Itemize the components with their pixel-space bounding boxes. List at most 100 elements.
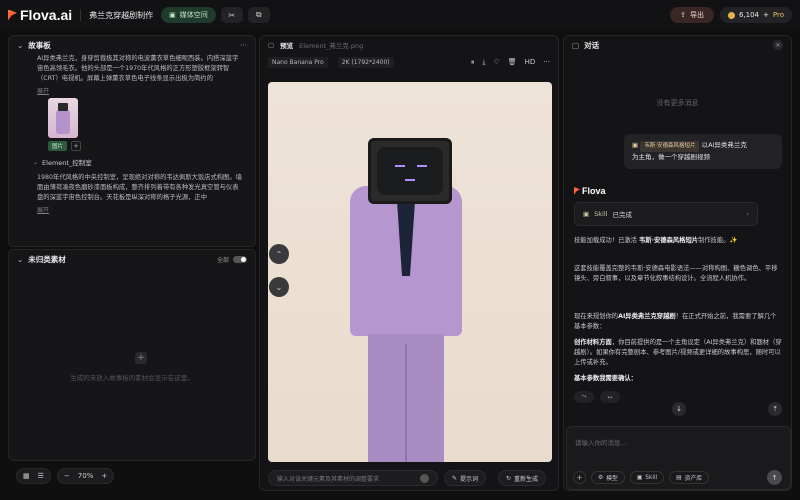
assets-label: 资产库 <box>684 476 703 482</box>
zoom-out-button[interactable]: − <box>64 472 70 480</box>
next-image-button[interactable]: ⌄ <box>269 277 289 297</box>
cut-button[interactable]: ✂ <box>220 7 243 23</box>
p5: 基本参数我需要确认： <box>574 375 637 382</box>
trash-icon[interactable]: 🗑 <box>508 58 517 67</box>
regenerate-label: 重新生成 <box>514 475 539 483</box>
coin-icon <box>727 11 735 19</box>
chevron-down-icon: ⌄ <box>33 158 39 166</box>
model-icon: ⚙ <box>598 474 604 481</box>
expand-link-2[interactable]: 展开 <box>9 205 255 214</box>
preview-panel: ▢ 预览 Element_弗兰克.png Nano Banana Pro 2K … <box>259 35 559 491</box>
copy-icon: ⧉ <box>255 10 262 19</box>
export-button[interactable]: ⇪ 导出 <box>670 7 714 23</box>
share-icon[interactable]: ⤳ <box>574 391 594 403</box>
chevron-down-icon[interactable]: ⌄ <box>17 41 23 50</box>
media-space-button[interactable]: ▣ 媒体空间 <box>161 7 216 23</box>
bot-paragraph-5: 基本参数我需要确认： <box>574 374 782 384</box>
prev-image-button[interactable]: ⌃ <box>269 244 289 264</box>
pants <box>368 334 444 462</box>
bot-name: Flova <box>582 186 606 196</box>
send-button[interactable]: ↑ <box>767 470 782 485</box>
storyboard-title: 故事板 <box>28 40 51 50</box>
chevron-right-icon: › <box>746 210 749 218</box>
download-icon[interactable]: ⤓ <box>482 58 485 67</box>
preview-filename: Element_弗兰克.png <box>299 42 364 50</box>
character-thumbnail[interactable] <box>48 98 78 138</box>
chevron-down-icon: ⌄ <box>275 282 283 292</box>
app-window: Flova.ai 弗兰克穿越剧制作 ▣ 媒体空间 ✂ ⧉ ⇪ 导出 6,104 … <box>0 0 800 500</box>
scroll-top-button[interactable]: ⤒ <box>768 402 782 416</box>
export-label: 导出 <box>689 11 704 19</box>
chevron-down-icon[interactable]: ⌄ <box>17 255 23 264</box>
collapse-icon[interactable]: ▢ <box>268 41 274 49</box>
image-tag[interactable]: 图片 <box>48 141 68 151</box>
thumb-tv <box>58 103 68 111</box>
prompt-input[interactable]: 输入对该关键元素及其素材的调整要求 <box>268 470 438 486</box>
heart-icon[interactable]: ♡ <box>493 58 499 67</box>
skill-status-card[interactable]: ▣ Skill 已完成 › <box>574 202 758 226</box>
tv-screen <box>377 147 443 195</box>
pause-icon[interactable]: ⏸ <box>471 58 475 67</box>
expand-link-1[interactable]: 展开 <box>9 86 255 95</box>
more-options-icon[interactable]: ··· <box>240 41 247 50</box>
bot-paragraph-2: 这套技能覆盖完整的韦斯·安德森电影语法——对称构图、糖色调色、平移镜头、旁白叙事… <box>574 265 778 282</box>
credits-value: 6,104 <box>738 11 760 19</box>
scroll-down-button[interactable]: ↓ <box>672 402 686 416</box>
attach-button[interactable]: + <box>573 471 586 484</box>
user-skill-chip[interactable]: 韦斯·安德森风格短片 <box>640 141 700 152</box>
model-button[interactable]: ⚙ 模型 <box>591 471 625 484</box>
resolution-tag: 2K (1792*2400) <box>337 56 394 68</box>
show-all-toggle-wrap: 全部 <box>217 255 247 264</box>
model-tag: Nano Banana Pro <box>268 56 328 68</box>
media-space-label: 媒体空间 <box>179 11 208 19</box>
project-title[interactable]: 弗兰克穿越剧制作 <box>89 10 153 21</box>
p3-b: AI异类弗兰克穿越剧 <box>618 313 676 320</box>
grid-view-icon[interactable]: ▦ <box>23 472 30 480</box>
tv-mouth <box>405 179 415 181</box>
p3-a: 现在来规划你的 <box>574 313 619 320</box>
hd-button[interactable]: HD <box>525 58 536 67</box>
preview-header: ▢ 预览 Element_弗兰克.png <box>260 36 558 54</box>
zoom-in-button[interactable]: + <box>101 472 107 480</box>
add-image-button[interactable]: + <box>71 141 82 151</box>
bot-paragraph-1: 技能加载成功！已激活 韦斯·安德森风格短片制作技能。✨ <box>574 236 782 246</box>
p4-a: 创作材料方面 <box>574 339 612 346</box>
zoom-group: − 70% + <box>56 468 115 484</box>
close-icon[interactable]: ✕ <box>773 40 783 50</box>
flova-logo-icon <box>8 9 17 21</box>
preview-label: 预览 <box>280 42 294 50</box>
chat-input-placeholder: 请输入你的消息... <box>575 439 627 447</box>
regenerate-button[interactable]: ↻ 重新生成 <box>498 470 547 486</box>
bot-paragraph-3: 现在来规划你的AI异类弗兰克穿越剧！在正式开始之前，我需要了解几个基本参数： <box>574 312 782 332</box>
reply-icon[interactable]: ↤ <box>600 391 620 403</box>
element-title: Element_控制室 <box>42 159 92 167</box>
scissors-icon: ✂ <box>228 10 236 20</box>
preview-image[interactable] <box>268 82 552 462</box>
copy-button[interactable]: ⧉ <box>247 7 270 23</box>
show-all-toggle[interactable] <box>233 255 247 263</box>
upload-icon: ⇪ <box>680 11 686 19</box>
uncategorized-title: 未归类素材 <box>28 254 66 264</box>
prompt-hint-button[interactable]: ✎ 提示词 <box>444 470 487 486</box>
uncategorized-panel: ⌄ 未归类素材 全部 + 生成的未放入故事板的素材会显示在这里。 <box>8 249 256 461</box>
chat-input[interactable]: 请输入你的消息... + ⚙ 模型 ▣ Skill ▤ 资产库 ↑ <box>566 426 791 490</box>
preview-tools: ⏸ ⤓ ♡ 🗑 HD ··· <box>471 58 550 67</box>
chevron-up-icon: ⌃ <box>275 249 283 259</box>
send-icon[interactable] <box>420 473 429 483</box>
view-toggle-group: ▦ ☰ <box>16 468 51 484</box>
credits-pill[interactable]: 6,104 + Pro <box>719 7 792 23</box>
add-asset-icon[interactable]: + <box>135 352 147 364</box>
collapse-icon[interactable]: ▢ <box>572 41 579 50</box>
prompt-hint-label: 提示词 <box>460 475 479 483</box>
list-view-icon[interactable]: ☰ <box>38 472 44 480</box>
tv-right-eye <box>417 165 427 167</box>
logo-text: Flova.ai <box>20 7 73 23</box>
element-row[interactable]: ⌄ Element_控制室 <box>33 157 255 168</box>
thumbnail-tools: 图片 + <box>48 141 255 151</box>
logo[interactable]: Flova.ai <box>8 7 72 23</box>
uncategorized-header: ⌄ 未归类素材 全部 <box>9 250 255 268</box>
more-icon[interactable]: ··· <box>543 58 550 67</box>
assets-button[interactable]: ▤ 资产库 <box>669 471 710 484</box>
skill-button[interactable]: ▣ Skill <box>629 471 665 484</box>
chat-panel: ▢ 对话 ✕ 没有更多消息 ▣ 韦斯·安德森风格短片 以AI异类弗兰克 为主角，… <box>563 35 792 491</box>
